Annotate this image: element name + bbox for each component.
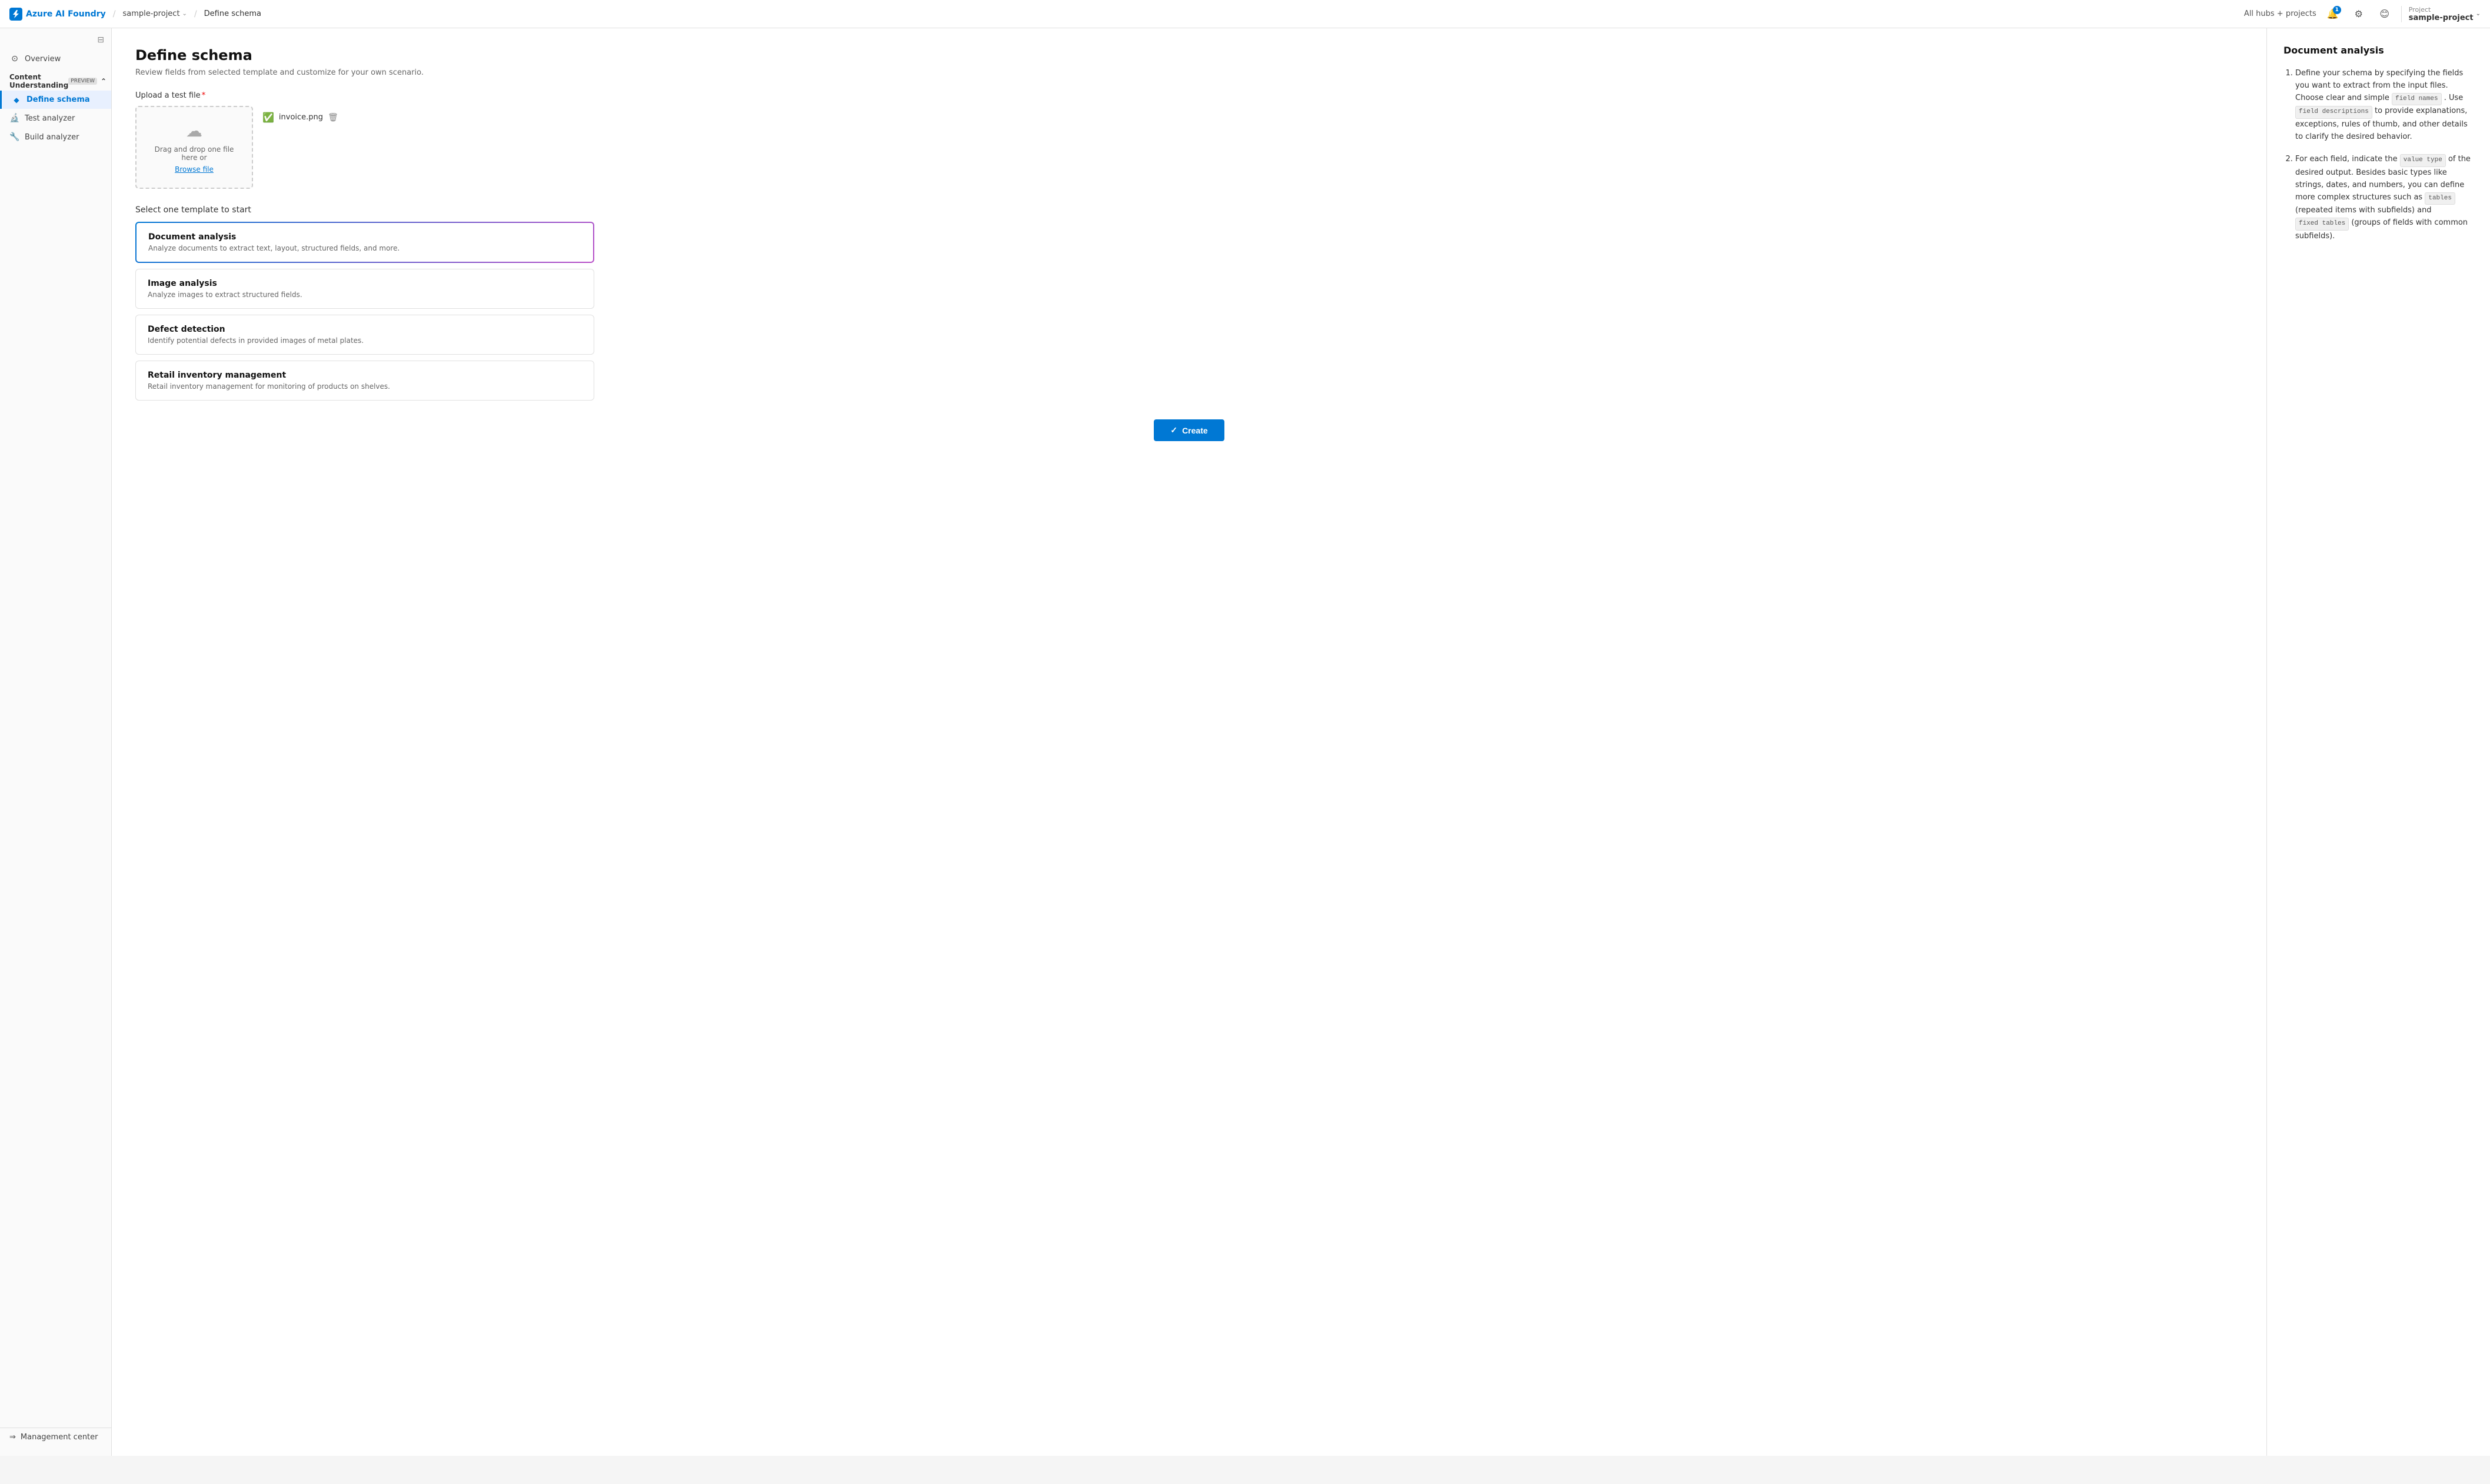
step2-code1: value type [2400, 154, 2446, 167]
required-marker: * [202, 91, 206, 100]
section-label-text: Content Understanding [9, 73, 68, 89]
delete-file-button[interactable]: 🗑 [328, 113, 338, 122]
project-breadcrumb[interactable]: sample-project ⌄ [122, 9, 187, 18]
project-chevron-icon: ⌄ [182, 11, 187, 17]
sidebar-bottom: ⇒ Management center [0, 1423, 111, 1451]
template-card-retail-inventory[interactable]: Retail inventory management Retail inven… [135, 361, 594, 401]
panel-title: Document analysis [2283, 45, 2474, 56]
user-icon: 😊 [2379, 8, 2389, 19]
topbar-left: Azure AI Foundry / sample-project ⌄ / De… [9, 8, 261, 21]
template-card-image-analysis[interactable]: Image analysis Analyze images to extract… [135, 269, 594, 309]
upload-file-list: ✅ invoice.png 🗑 [253, 106, 2243, 189]
azure-logo-icon [9, 8, 22, 21]
page-title: Define schema [135, 47, 2243, 64]
check-icon: ✓ [1170, 425, 1177, 435]
sidebar-item-overview[interactable]: ⊙ Overview [0, 49, 111, 68]
create-button[interactable]: ✓ Create [1154, 419, 1224, 441]
breadcrumb-current: Define schema [204, 9, 261, 18]
section-collapse-icon: ⌃ [101, 77, 106, 85]
sidebar-item-label: Test analyzer [25, 114, 75, 123]
test-analyzer-icon: 🔬 [9, 114, 20, 123]
main-content: Define schema Review fields from selecte… [112, 28, 2266, 1456]
project-info-text: Project sample-project [2409, 6, 2474, 22]
template-list: Document analysis Analyze documents to e… [135, 222, 594, 401]
define-schema-icon: ◆ [11, 96, 22, 104]
template-description: Identify potential defects in provided i… [148, 336, 582, 345]
panel-step-1: Define your schema by specifying the fie… [2295, 68, 2474, 143]
step2-code3: fixed tables [2295, 218, 2349, 231]
content-area: Define schema Review fields from selecte… [112, 28, 2490, 1456]
sidebar-item-test-analyzer[interactable]: 🔬 Test analyzer [0, 109, 111, 128]
upload-cloud-icon: ☁ [186, 121, 202, 141]
template-description: Analyze documents to extract text, layou… [148, 244, 581, 252]
template-title: Document analysis [148, 232, 581, 242]
collapse-icon: ⊟ [97, 35, 104, 45]
upload-dropzone[interactable]: ☁ Drag and drop one file here or Browse … [135, 106, 253, 189]
user-avatar-button[interactable]: 😊 [2375, 5, 2394, 24]
step2-code2: tables [2425, 192, 2455, 205]
app-logo[interactable]: Azure AI Foundry [9, 8, 106, 21]
sidebar-item-define-schema[interactable]: ◆ Define schema [0, 91, 111, 109]
step2-text-between2: (repeated items with subfields) and [2295, 206, 2432, 215]
sidebar-item-build-analyzer[interactable]: 🔧 Build analyzer [0, 128, 111, 146]
sidebar-collapse-button[interactable]: ⊟ [0, 33, 111, 49]
preview-badge: PREVIEW [68, 78, 97, 85]
project-name: sample-project [122, 9, 179, 18]
step1-code1: field names [2392, 93, 2442, 106]
sidebar: ⊟ ⊙ Overview Content Understanding PREVI… [0, 28, 112, 1456]
create-button-label: Create [1182, 426, 1208, 435]
template-card-document-analysis[interactable]: Document analysis Analyze documents to e… [135, 222, 594, 263]
management-center-link[interactable]: ⇒ Management center [0, 1428, 111, 1446]
template-description: Analyze images to extract structured fie… [148, 291, 582, 299]
create-bar: ✓ Create [135, 401, 2243, 451]
project-label: Project [2409, 6, 2474, 14]
uploaded-file-item: ✅ invoice.png 🗑 [262, 112, 2233, 123]
template-title: Defect detection [148, 325, 582, 334]
notifications-button[interactable]: 🔔 1 [2323, 5, 2342, 24]
upload-section-label: Upload a test file* [135, 91, 2243, 100]
sidebar-section-content-understanding[interactable]: Content Understanding PREVIEW ⌃ [0, 68, 111, 91]
step1-text-between: . Use [2444, 94, 2464, 102]
sidebar-top: ⊟ ⊙ Overview Content Understanding PREVI… [0, 33, 111, 146]
breadcrumb-sep-2: / [194, 9, 197, 19]
build-analyzer-icon: 🔧 [9, 132, 20, 142]
app-name: Azure AI Foundry [26, 9, 106, 19]
sidebar-item-label: Define schema [26, 95, 90, 104]
management-center-label: Management center [21, 1433, 98, 1442]
template-card-defect-detection[interactable]: Defect detection Identify potential defe… [135, 315, 594, 355]
right-panel: Document analysis Define your schema by … [2266, 28, 2490, 1456]
main-layout: ⊟ ⊙ Overview Content Understanding PREVI… [0, 28, 2490, 1456]
project-info[interactable]: Project sample-project ⌄ [2401, 6, 2481, 22]
management-center-icon: ⇒ [9, 1433, 16, 1442]
all-hubs-link[interactable]: All hubs + projects [2244, 9, 2316, 18]
project-display-name: sample-project [2409, 14, 2474, 22]
template-title: Retail inventory management [148, 371, 582, 380]
template-title: Image analysis [148, 279, 582, 288]
sidebar-item-label: Build analyzer [25, 133, 79, 142]
breadcrumb-sep-1: / [113, 9, 116, 19]
page-subtitle: Review fields from selected template and… [135, 68, 2243, 77]
file-success-icon: ✅ [262, 112, 274, 123]
overview-icon: ⊙ [9, 54, 20, 64]
notification-badge: 1 [2333, 6, 2341, 14]
browse-file-link[interactable]: Browse file [175, 165, 214, 174]
topbar-right: All hubs + projects 🔔 1 ⚙ 😊 Project samp… [2244, 5, 2481, 24]
settings-button[interactable]: ⚙ [2349, 5, 2368, 24]
template-description: Retail inventory management for monitori… [148, 382, 582, 391]
gear-icon: ⚙ [2355, 8, 2363, 19]
step2-text-before: For each field, indicate the [2295, 155, 2400, 164]
sidebar-item-label: Overview [25, 55, 61, 64]
uploaded-file-name: invoice.png [279, 113, 323, 122]
panel-steps-list: Define your schema by specifying the fie… [2283, 68, 2474, 242]
step1-code2: field descriptions [2295, 106, 2372, 119]
panel-step-2: For each field, indicate the value type … [2295, 154, 2474, 242]
upload-dropzone-text: Drag and drop one file here or [146, 145, 242, 162]
project-expand-icon: ⌄ [2476, 11, 2481, 17]
upload-area: ☁ Drag and drop one file here or Browse … [135, 106, 2243, 189]
topbar: Azure AI Foundry / sample-project ⌄ / De… [0, 0, 2490, 28]
template-section-label: Select one template to start [135, 205, 2243, 215]
